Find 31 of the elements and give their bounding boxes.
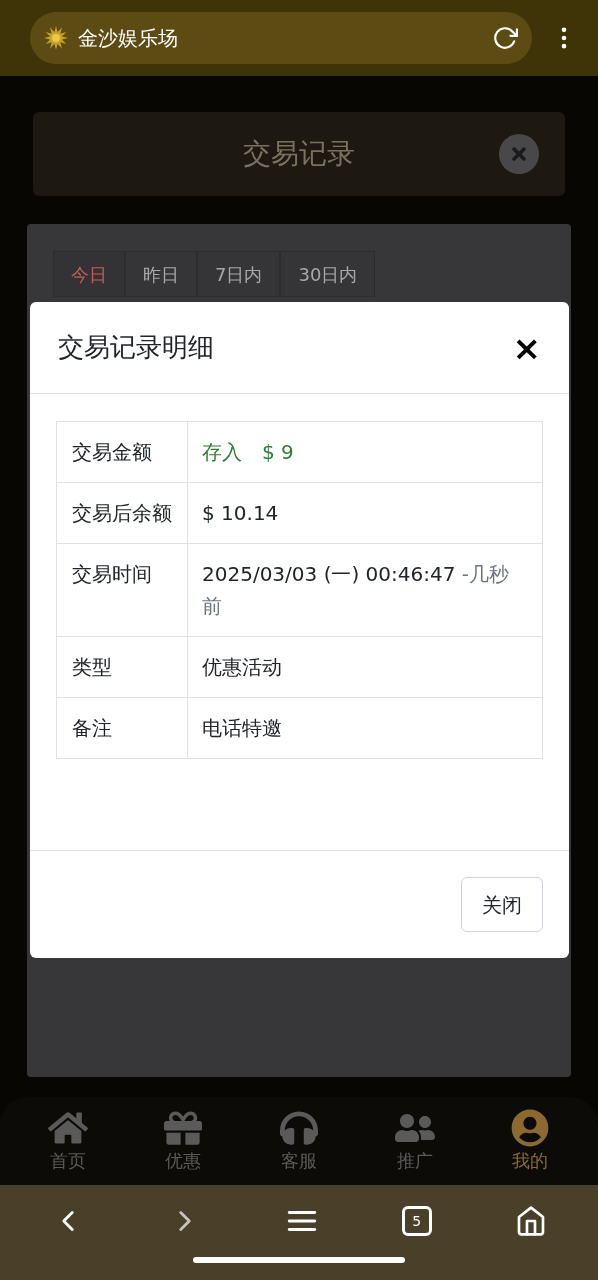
field-value: 2025/03/03 (一) 00:46:47 -几秒前 [201, 561, 510, 620]
modal-close-button[interactable]: × [512, 330, 541, 365]
address-pill[interactable]: 金沙娱乐场 [30, 12, 532, 64]
date-tab[interactable]: 7日内 [197, 251, 281, 297]
date-tab[interactable]: 今日 [53, 251, 125, 297]
sun-logo-icon [44, 26, 68, 50]
field-label: 备注 [57, 698, 188, 758]
field-value: 存入 $ 9 [201, 439, 295, 466]
field-value: 优惠活动 [201, 654, 283, 681]
tab-count[interactable]: 5 [401, 1206, 432, 1236]
field-value: 电话特邀 [201, 715, 283, 742]
user-avatar-icon [510, 1108, 551, 1147]
nav-item[interactable]: 客服 [259, 1108, 339, 1174]
nav-item[interactable]: 我的 [490, 1108, 571, 1174]
nav-item[interactable]: 优惠 [143, 1108, 224, 1174]
field-value: $ 10.14 [201, 500, 280, 527]
reload-icon[interactable] [492, 25, 518, 51]
gift-icon [163, 1108, 204, 1147]
date-tab[interactable]: 30日内 [280, 251, 376, 297]
nav-item[interactable]: 首页 [27, 1108, 108, 1174]
headphones-icon [279, 1108, 319, 1147]
field-label: 交易金额 [57, 422, 188, 482]
site-title: 金沙娱乐场 [78, 25, 179, 52]
field-label: 交易时间 [57, 544, 188, 636]
modal-title: 交易记录明细 [58, 331, 214, 364]
nav-item[interactable]: 推广 [374, 1108, 455, 1174]
close-button[interactable]: 关闭 [461, 877, 543, 932]
date-tab[interactable]: 昨日 [125, 251, 197, 297]
page-title: 交易记录 [243, 136, 355, 172]
field-label: 类型 [57, 637, 188, 697]
field-label: 交易后余额 [57, 483, 188, 543]
